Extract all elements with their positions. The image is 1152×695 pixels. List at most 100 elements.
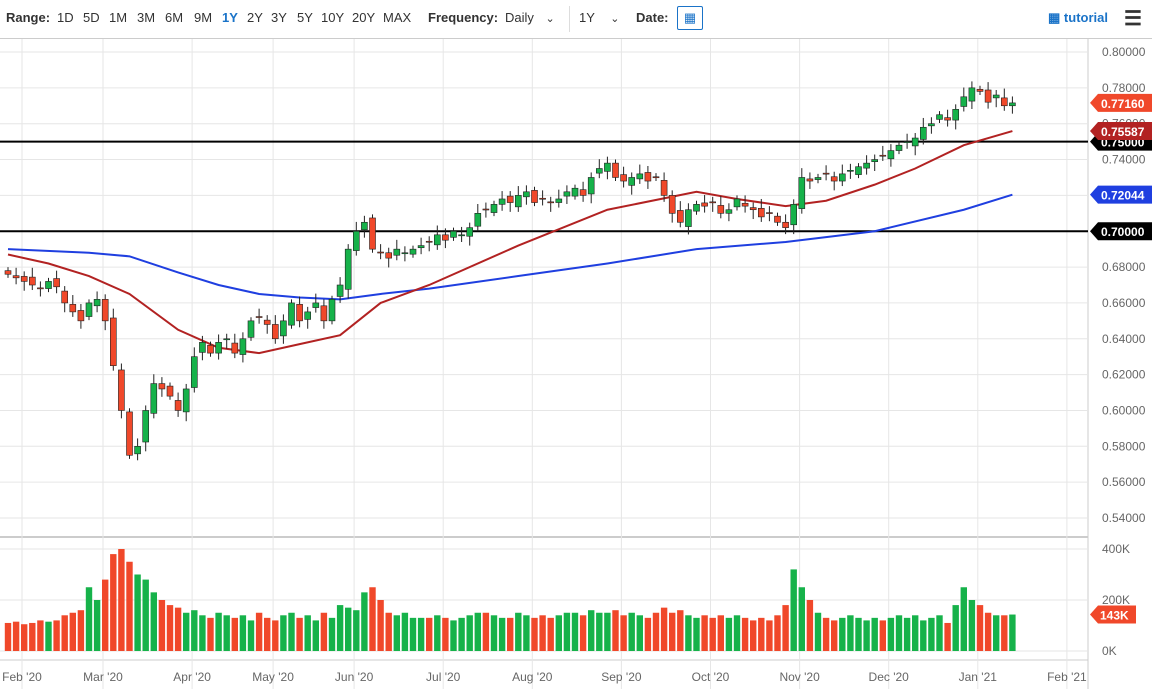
volume-bar bbox=[434, 615, 441, 651]
range-3y[interactable]: 3Y bbox=[271, 10, 287, 25]
candle bbox=[12, 275, 20, 279]
volume-bar bbox=[928, 617, 935, 651]
range-3m[interactable]: 3M bbox=[137, 10, 155, 25]
volume-bar bbox=[750, 620, 757, 651]
tutorial-label: tutorial bbox=[1063, 10, 1108, 25]
candle bbox=[255, 316, 263, 318]
candle bbox=[361, 221, 368, 231]
range-2y[interactable]: 2Y bbox=[247, 10, 263, 25]
volume-bar bbox=[450, 620, 457, 651]
range-5d[interactable]: 5D bbox=[83, 10, 100, 25]
candle bbox=[676, 210, 684, 223]
range-20y[interactable]: 20Y bbox=[352, 10, 375, 25]
calendar-icon[interactable]: ▦ bbox=[677, 6, 703, 30]
volume-bar bbox=[466, 615, 473, 651]
volume-bar bbox=[766, 620, 773, 651]
candle bbox=[433, 234, 441, 246]
range-1m[interactable]: 1M bbox=[109, 10, 127, 25]
volume-bar bbox=[166, 605, 174, 651]
volume-bar bbox=[345, 607, 352, 651]
candle bbox=[595, 168, 603, 174]
volume-bar bbox=[693, 617, 700, 651]
volume-bar bbox=[644, 617, 652, 651]
divider bbox=[569, 6, 570, 32]
x-tick-label: May '20 bbox=[252, 670, 294, 684]
candle bbox=[879, 154, 887, 157]
range-6m[interactable]: 6M bbox=[165, 10, 183, 25]
volume-bar bbox=[385, 612, 392, 651]
candle bbox=[960, 96, 968, 107]
volume-bar bbox=[369, 587, 376, 651]
volume-bar bbox=[839, 617, 846, 651]
candle bbox=[571, 187, 579, 197]
volume-bar bbox=[12, 621, 20, 651]
range-1y[interactable]: 1Y bbox=[222, 10, 238, 25]
volume-tick-label: 0K bbox=[1102, 644, 1117, 658]
candle bbox=[855, 166, 862, 175]
candle bbox=[976, 88, 984, 92]
candle bbox=[101, 299, 109, 322]
price-tick-label: 0.66000 bbox=[1102, 296, 1146, 310]
period-value: 1Y bbox=[579, 10, 595, 25]
candle bbox=[514, 195, 522, 208]
x-tick-label: Feb '20 bbox=[2, 670, 42, 684]
volume-bar bbox=[393, 615, 400, 651]
candle bbox=[620, 174, 627, 182]
volume-bar bbox=[968, 600, 976, 651]
candle bbox=[749, 207, 757, 211]
volume-bar bbox=[660, 607, 668, 651]
candle bbox=[174, 400, 182, 411]
x-tick-label: Oct '20 bbox=[692, 670, 730, 684]
volume-bar bbox=[814, 612, 822, 651]
candle bbox=[539, 197, 546, 200]
candle bbox=[895, 144, 903, 151]
candle bbox=[458, 234, 465, 237]
candle bbox=[118, 369, 125, 411]
volume-bar bbox=[150, 592, 157, 651]
candle bbox=[782, 221, 789, 228]
volume-bar bbox=[255, 612, 263, 651]
volume-bar bbox=[1001, 615, 1008, 651]
volume-bar bbox=[936, 615, 943, 651]
candle bbox=[401, 252, 409, 255]
candle bbox=[85, 302, 93, 317]
range-9m[interactable]: 9M bbox=[194, 10, 212, 25]
volume-bar bbox=[879, 620, 886, 651]
volume-bar bbox=[871, 617, 878, 651]
candle bbox=[20, 276, 28, 282]
volume-bar bbox=[53, 620, 60, 651]
candle bbox=[636, 173, 644, 180]
ma50-badge: 0.75587 bbox=[1101, 125, 1145, 139]
volume-bar bbox=[498, 617, 506, 651]
x-tick-label: Sep '20 bbox=[601, 670, 642, 684]
volume-bar bbox=[320, 612, 328, 651]
candle bbox=[28, 276, 36, 286]
frequency-select[interactable]: Daily ⌄ bbox=[505, 10, 555, 25]
volume-bar bbox=[223, 615, 230, 651]
price-tick-label: 0.68000 bbox=[1102, 260, 1146, 274]
candle bbox=[863, 162, 870, 169]
price-tick-label: 0.74000 bbox=[1102, 153, 1146, 167]
range-max[interactable]: MAX bbox=[383, 10, 411, 25]
volume-bar bbox=[239, 615, 247, 651]
volume-bar bbox=[377, 600, 384, 651]
period-select[interactable]: 1Y ⌄ bbox=[579, 10, 620, 25]
candle bbox=[919, 126, 927, 140]
range-1d[interactable]: 1D bbox=[57, 10, 74, 25]
candle bbox=[450, 230, 457, 238]
tutorial-link[interactable]: ▦ tutorial bbox=[1048, 10, 1108, 26]
candle bbox=[968, 87, 976, 102]
volume-bar bbox=[1009, 614, 1016, 651]
candle bbox=[320, 305, 328, 322]
volume-bar bbox=[620, 615, 627, 651]
price-chart[interactable]: 0.800000.780000.760000.740000.720000.700… bbox=[0, 39, 1152, 695]
candle bbox=[628, 177, 636, 186]
range-10y[interactable]: 10Y bbox=[321, 10, 344, 25]
volume-bar bbox=[61, 615, 68, 651]
candle bbox=[847, 169, 854, 172]
range-5y[interactable]: 5Y bbox=[297, 10, 313, 25]
candle bbox=[798, 177, 806, 209]
menu-icon[interactable]: ☰ bbox=[1124, 6, 1142, 31]
x-tick-label: Aug '20 bbox=[512, 670, 553, 684]
candle bbox=[587, 177, 595, 195]
